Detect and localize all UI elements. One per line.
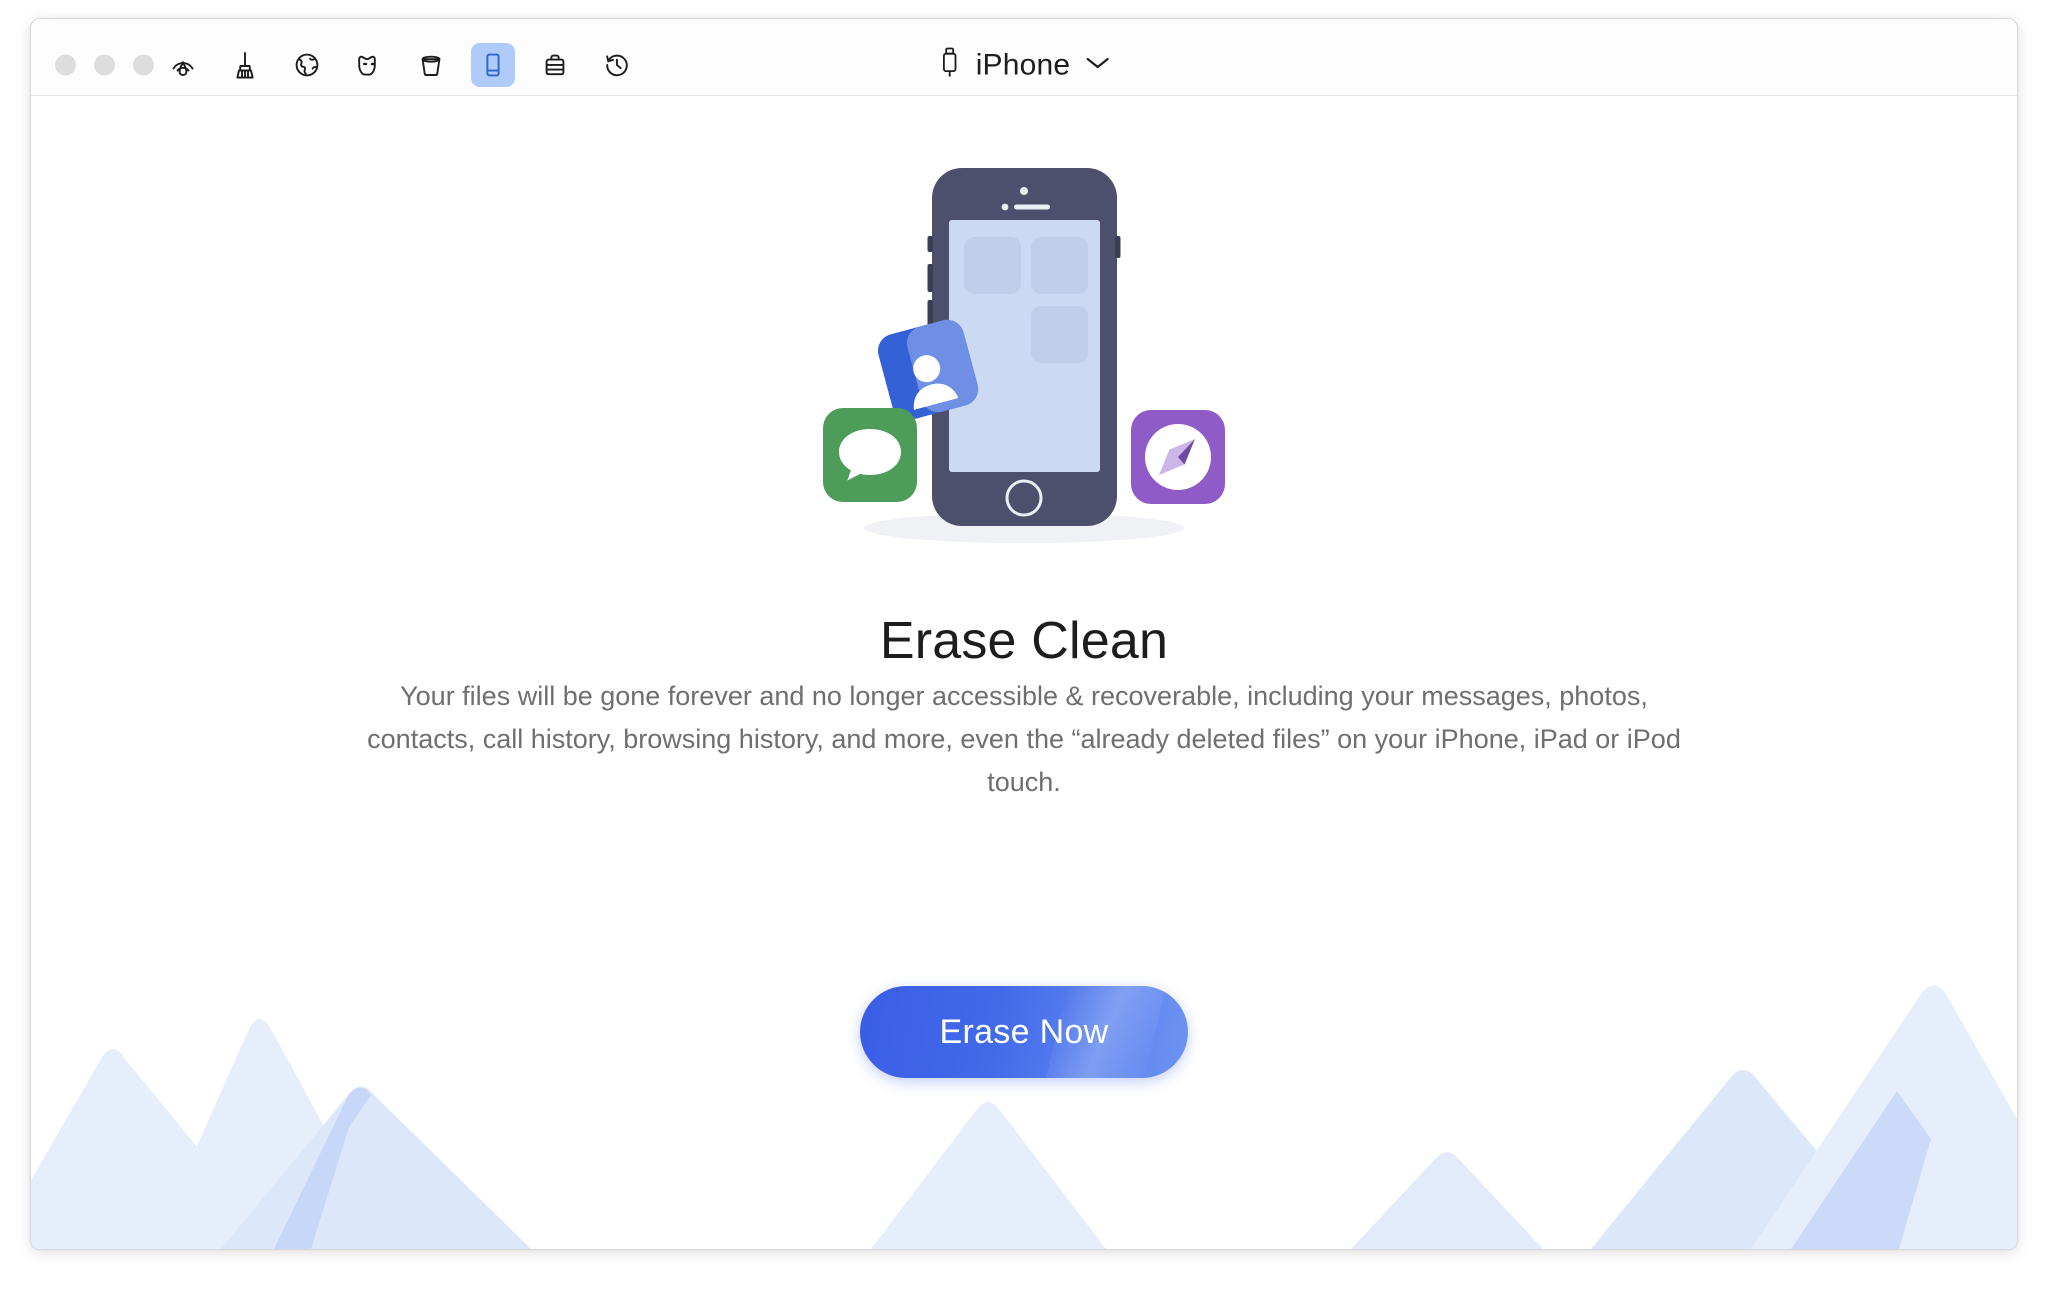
lightning-connector-icon: [938, 43, 962, 88]
page-title: Erase Clean: [879, 611, 1169, 670]
mountain-decoration: [31, 985, 2017, 1249]
toolbar-item-clean[interactable]: [223, 43, 267, 87]
page-description: Your files will be gone forever and no l…: [367, 681, 1681, 797]
app-root: iPhone Erase Clean Your files will be go…: [0, 0, 2047, 1295]
toolbar-item-privacy[interactable]: [347, 43, 391, 87]
iphone-with-app-icons-illustration: [823, 168, 1225, 543]
main-content: Erase Clean Your files will be gone fore…: [31, 96, 2017, 1249]
device-phone-icon: [476, 48, 510, 82]
toolbar-item-scan[interactable]: [161, 43, 205, 87]
chevron-down-icon: [1084, 55, 1110, 76]
window-controls: [55, 54, 154, 76]
toolbox-icon: [538, 48, 572, 82]
app-window: iPhone Erase Clean Your files will be go…: [30, 18, 2018, 1250]
safari-app-icon: [1131, 410, 1225, 504]
radar-scan-icon: [166, 48, 200, 82]
trash-bin-icon: [414, 48, 448, 82]
zoom-button[interactable]: [133, 54, 154, 76]
toolbar-item-browser[interactable]: [285, 43, 329, 87]
device-selector[interactable]: iPhone: [938, 43, 1111, 88]
erase-now-button-label: Erase Now: [939, 1012, 1109, 1051]
window-titlebar: iPhone: [31, 19, 2017, 96]
toolbar-item-history[interactable]: [595, 43, 639, 87]
toolbar-item-toolbox[interactable]: [533, 43, 577, 87]
clock-history-icon: [600, 48, 634, 82]
mask-privacy-icon: [352, 48, 386, 82]
toolbar-item-erase-clean[interactable]: [471, 43, 515, 87]
toolbar-item-trash[interactable]: [409, 43, 453, 87]
device-selector-label: iPhone: [975, 48, 1071, 81]
broom-clean-icon: [228, 48, 262, 82]
cta-container: Erase Now: [31, 986, 2017, 1078]
close-button[interactable]: [55, 54, 76, 76]
minimize-button[interactable]: [94, 54, 115, 76]
messages-app-icon: [823, 408, 917, 502]
erase-now-button[interactable]: Erase Now: [860, 986, 1188, 1078]
toolbar: [161, 43, 639, 87]
globe-browser-icon: [290, 48, 324, 82]
